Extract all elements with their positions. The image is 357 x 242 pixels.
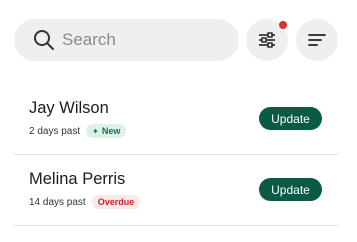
filter-button[interactable] — [246, 19, 288, 61]
list-item: Melina Perris 14 days past Overdue Updat… — [14, 155, 338, 226]
item-meta: 14 days past Overdue — [29, 195, 141, 209]
status-badge-label: New — [101, 126, 121, 136]
task-list: Jay Wilson 2 days past ✦ New Update Meli… — [14, 84, 338, 226]
item-name: Melina Perris — [29, 170, 126, 188]
status-badge: ✦ New — [86, 124, 127, 138]
sparkle-icon: ✦ — [92, 126, 99, 136]
notification-dot — [279, 21, 287, 29]
update-button[interactable]: Update — [259, 107, 322, 130]
sort-lines-icon — [308, 34, 326, 46]
top-bar — [14, 19, 338, 61]
list-item: Jay Wilson 2 days past ✦ New Update — [14, 84, 338, 155]
item-name: Jay Wilson — [29, 99, 109, 117]
item-time: 2 days past — [29, 125, 81, 137]
search-input[interactable] — [62, 19, 232, 61]
item-time: 14 days past — [29, 196, 86, 208]
sliders-icon — [259, 32, 275, 48]
item-meta: 2 days past ✦ New — [29, 124, 127, 138]
status-badge-label: Overdue — [97, 197, 135, 207]
update-button[interactable]: Update — [259, 178, 322, 201]
status-badge: Overdue — [91, 195, 141, 209]
search-icon — [34, 30, 54, 50]
search-bar[interactable] — [14, 19, 239, 61]
sort-button[interactable] — [296, 19, 338, 61]
